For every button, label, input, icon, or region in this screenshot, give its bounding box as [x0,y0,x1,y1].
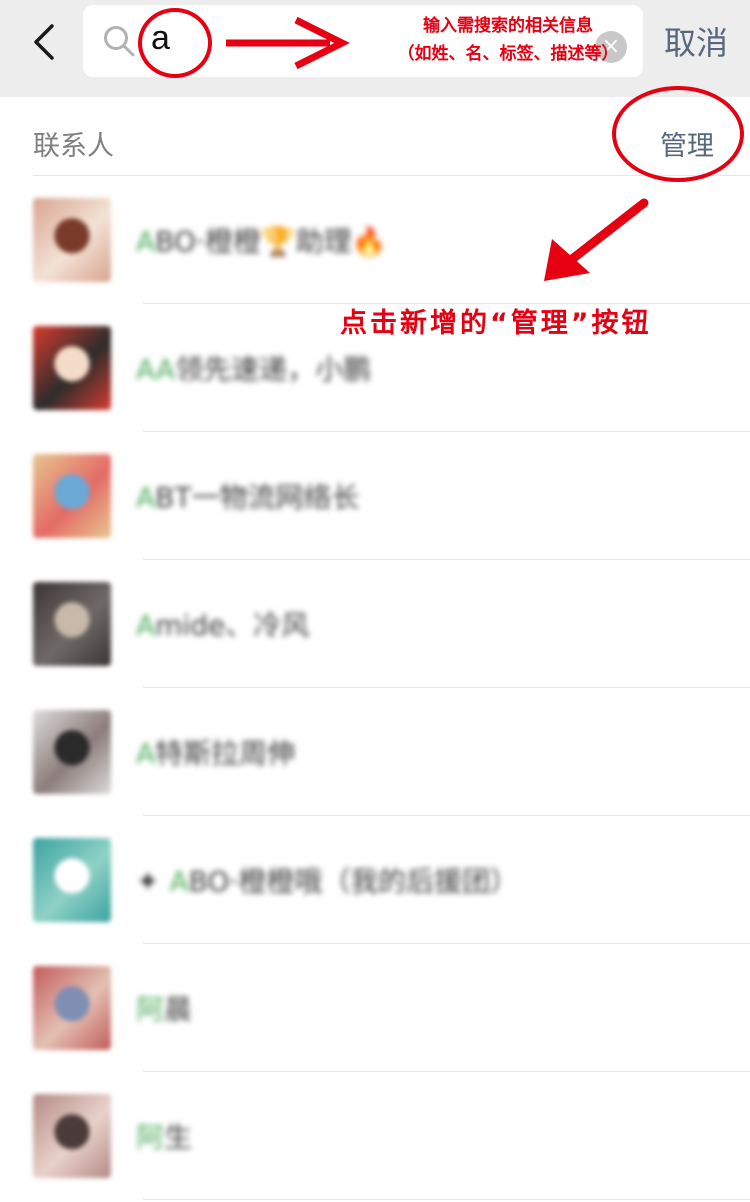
contact-name: ✦ ABO·橙橙哦（我的后援团） [136,860,518,900]
contact-name-rest: mide、冷风 [155,609,310,642]
contact-name-match: A [136,225,156,258]
contact-name-rest: 特斯拉周伸 [155,737,296,770]
contact-name: 阿生 [136,1116,192,1156]
avatar [33,1094,111,1178]
contact-name-rest: BT一物流网络长 [155,481,360,514]
contact-name-prefix: ✦ [136,865,160,898]
contact-name: Amide、冷风 [136,604,309,644]
avatar [33,966,111,1050]
annotation-circle-query [138,8,212,78]
avatar [33,326,111,410]
contact-row[interactable]: 阿晨 [0,944,750,1072]
search-icon [104,26,135,57]
contact-name-rest: 领先速递，小鹏 [175,353,372,386]
contact-name-match: A [136,609,156,642]
divider [143,1199,750,1200]
contact-row[interactable]: A特斯拉周伸 [0,688,750,816]
contact-name: ABO·橙橙🏆助理🔥 [136,220,387,260]
contact-row[interactable]: 阿生 [0,1072,750,1200]
contact-name-match: A [136,481,156,514]
cancel-button[interactable]: 取消 [664,18,728,64]
contact-name-rest: 晨 [164,993,193,1026]
contact-name-match: 阿 [136,1121,165,1154]
annotation-search-hint-line1: 输入需搜索的相关信息 [423,16,593,36]
contact-name-match: A [136,737,156,770]
contact-name-rest: BO·橙橙哦（我的后援团） [188,865,519,898]
avatar [33,838,111,922]
contact-name-match: A [169,865,189,898]
contact-name-match: 阿 [136,993,165,1026]
annotation-right-arrow-icon [226,16,350,70]
section-title-contacts: 联系人 [33,131,114,162]
avatar [33,454,111,538]
contact-name: ABT一物流网络长 [136,476,359,516]
avatar [33,582,111,666]
contact-row[interactable]: Amide、冷风 [0,560,750,688]
avatar [33,198,111,282]
contact-name-rest: 生 [164,1121,193,1154]
annotation-manage-hint: 点击新增的“管理”按钮 [340,308,652,339]
annotation-search-hint: 输入需搜索的相关信息 （如姓、名、标签、描述等） [378,14,638,66]
contact-row[interactable]: ✦ ABO·橙橙哦（我的后援团） [0,816,750,944]
avatar [33,710,111,794]
annotation-down-left-arrow-icon [544,198,649,281]
contact-name: 阿晨 [136,988,192,1028]
contact-row[interactable]: ABT一物流网络长 [0,432,750,560]
search-header: a × 取消 输入需搜索的相关信息 （如姓、名、标签、描述等） [0,0,750,97]
back-chevron-icon[interactable] [26,20,66,64]
contact-name: A特斯拉周伸 [136,732,295,772]
contact-name: AA领先速递，小鹏 [136,348,371,388]
annotation-circle-manage [612,86,744,182]
contact-name-rest: BO·橙橙🏆助理🔥 [155,225,387,258]
annotation-search-hint-line2: （如姓、名、标签、描述等） [397,44,619,64]
contact-name-match: AA [136,353,176,386]
